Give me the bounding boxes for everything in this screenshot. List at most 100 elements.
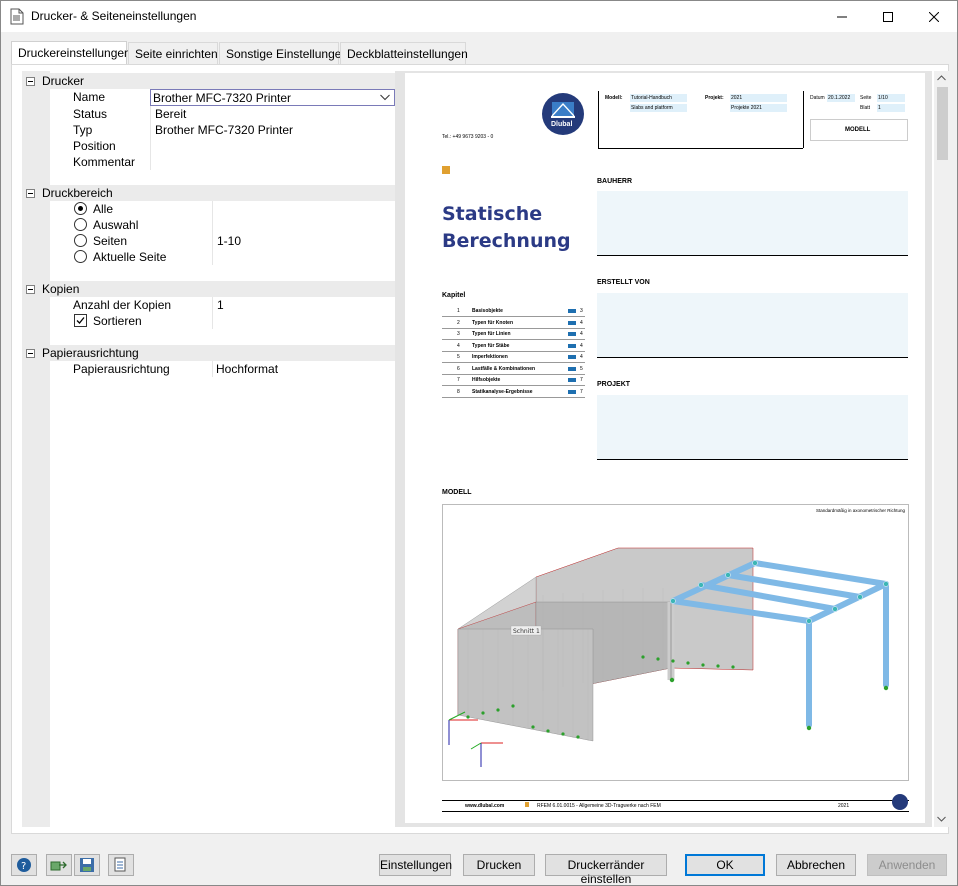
document-title: Statische Berechnung xyxy=(442,203,571,252)
copies-count-field[interactable]: 1 xyxy=(217,298,224,312)
scrollbar-thumb[interactable] xyxy=(937,87,948,160)
dlubal-logo: Dlubal xyxy=(542,93,584,135)
page-icon xyxy=(568,366,576,371)
chapter-row: 6 Lastfälle & Kombinationen 5 xyxy=(442,364,585,375)
preview-scrollbar[interactable] xyxy=(934,71,950,827)
checkmark-icon xyxy=(76,317,85,324)
sort-checkbox[interactable] xyxy=(74,314,87,327)
chapter-number: 3 xyxy=(457,331,460,337)
printer-position-row: Position xyxy=(73,139,116,153)
range-pages-radio[interactable] xyxy=(74,234,87,247)
printer-status-row: Status Bereit xyxy=(73,107,187,121)
export-button[interactable] xyxy=(46,854,72,876)
created-by-field xyxy=(597,293,908,358)
client-field xyxy=(597,191,908,256)
print-list-button[interactable] xyxy=(108,854,134,876)
ok-button[interactable]: OK xyxy=(685,854,765,876)
chapter-title: Typen für Linien xyxy=(472,331,511,337)
settings-button[interactable]: Einstellungen xyxy=(379,854,452,876)
page-icon xyxy=(568,332,576,336)
range-all-row[interactable]: Alle xyxy=(50,201,395,217)
range-current-row[interactable]: Aktuelle Seite xyxy=(50,249,395,265)
pages-value-field[interactable]: 1-10 xyxy=(217,234,241,248)
collapse-icon[interactable] xyxy=(26,285,35,294)
dlubal-footer-logo xyxy=(892,794,908,810)
save-settings-button[interactable] xyxy=(74,854,100,876)
chapter-title: Hilfsobjekte xyxy=(472,377,501,383)
category-printer[interactable]: Drucker xyxy=(22,73,395,89)
page-icon xyxy=(568,378,576,382)
chapter-page: 4 xyxy=(580,319,583,326)
chapter-title: Typen für Stäbe xyxy=(472,342,510,349)
maximize-icon xyxy=(883,11,893,22)
minimize-button[interactable] xyxy=(819,1,865,32)
range-selection-radio[interactable] xyxy=(74,218,87,231)
svg-text:?: ? xyxy=(21,861,26,872)
tab-page-setup[interactable]: Seite einrichten xyxy=(128,42,218,64)
save-icon xyxy=(80,858,94,872)
title-bar: Drucker- & Seiteneinstellungen xyxy=(1,1,957,32)
model-view: Standardmäßig in axonometrischer Richtun… xyxy=(442,504,909,781)
help-button[interactable]: ? xyxy=(11,854,37,876)
chapter-number: 5 xyxy=(457,354,460,360)
printer-type-row: Typ Brother MFC-7320 Printer xyxy=(73,123,294,137)
chapter-row: 5 Imperfektionen 4 xyxy=(442,352,585,363)
maximize-button[interactable] xyxy=(865,1,911,32)
apply-button[interactable]: Anwenden xyxy=(867,854,947,876)
page-icon xyxy=(568,389,576,394)
category-print-range[interactable]: Druckbereich xyxy=(22,185,395,201)
collapse-icon[interactable] xyxy=(26,189,35,198)
tab-panel: Drucker Name Brother MFC-7320 Printer St… xyxy=(11,64,950,834)
tab-cover-settings[interactable]: Deckblatteinstellungen xyxy=(340,42,468,64)
tab-other-settings[interactable]: Sonstige Einstellungen xyxy=(219,42,348,64)
chapter-page: 7 xyxy=(580,377,583,383)
document-icon xyxy=(10,8,24,25)
chapter-number: 2 xyxy=(457,319,460,326)
collapse-icon[interactable] xyxy=(26,349,35,358)
model-box: MODELL xyxy=(810,119,908,141)
chapter-row: 1 Basisobjekte 3 xyxy=(442,306,585,317)
category-copies[interactable]: Kopien xyxy=(22,281,395,297)
chapter-title: Basisobjekte xyxy=(472,308,503,314)
orientation-row[interactable]: Papierausrichtung Hochformat xyxy=(50,361,395,377)
category-orientation[interactable]: Papierausrichtung xyxy=(22,345,395,361)
chapter-row: 2 Typen für Knoten 4 xyxy=(442,318,585,329)
minimize-icon xyxy=(837,16,847,17)
chapter-title: Imperfektionen xyxy=(472,354,508,360)
range-selection-row[interactable]: Auswahl xyxy=(50,217,395,233)
chapter-row: 8 Statikanalyse-Ergebnisse 7 xyxy=(442,387,585,398)
print-preview: Tel.: +49 9673 9203 - 0 Dlubal Modell: T… xyxy=(395,71,932,827)
printer-name-dropdown[interactable]: Brother MFC-7320 Printer xyxy=(150,89,395,106)
cancel-button[interactable]: Abbrechen xyxy=(776,854,856,876)
project-field xyxy=(597,395,908,460)
page-icon xyxy=(568,355,576,359)
chapter-number: 1 xyxy=(457,308,460,314)
page-icon xyxy=(568,320,576,325)
copies-count-row[interactable]: Anzahl der Kopien 1 xyxy=(50,297,395,313)
help-icon: ? xyxy=(17,858,31,872)
collapse-icon[interactable] xyxy=(26,77,35,86)
close-button[interactable] xyxy=(911,1,957,32)
chapter-row: 7 Hilfsobjekte 7 xyxy=(442,375,585,386)
printer-margins-button[interactable]: Druckerränder einstellen xyxy=(545,854,667,886)
print-button[interactable]: Drucken xyxy=(463,854,535,876)
section-label: Schnitt 1 xyxy=(513,628,540,635)
range-all-radio[interactable] xyxy=(74,202,87,215)
orientation-value-field[interactable]: Hochformat xyxy=(216,362,278,376)
chapter-row: 4 Typen für Stäbe 4 xyxy=(442,341,585,352)
preview-page: Tel.: +49 9673 9203 - 0 Dlubal Modell: T… xyxy=(405,73,925,823)
chapter-page: 7 xyxy=(580,388,583,395)
copies-sort-row[interactable]: Sortieren xyxy=(50,313,395,329)
scroll-up-icon[interactable] xyxy=(937,75,946,81)
chapter-page: 4 xyxy=(580,331,583,337)
dialog-window: Drucker- & Seiteneinstellungen Druckerei… xyxy=(0,0,958,886)
window-title: Drucker- & Seiteneinstellungen xyxy=(31,9,197,23)
structure-model-graphic: Schnitt 1 xyxy=(448,547,889,767)
scroll-down-icon[interactable] xyxy=(937,816,946,822)
range-pages-row[interactable]: Seiten 1-10 xyxy=(50,233,395,249)
tab-printer-settings[interactable]: Druckereinstellungen xyxy=(11,41,131,65)
page-icon xyxy=(568,309,576,313)
chapter-row: 3 Typen für Linien 4 xyxy=(442,329,585,340)
printer-name-row[interactable]: Name Brother MFC-7320 Printer xyxy=(50,89,395,106)
range-current-radio[interactable] xyxy=(74,250,87,263)
